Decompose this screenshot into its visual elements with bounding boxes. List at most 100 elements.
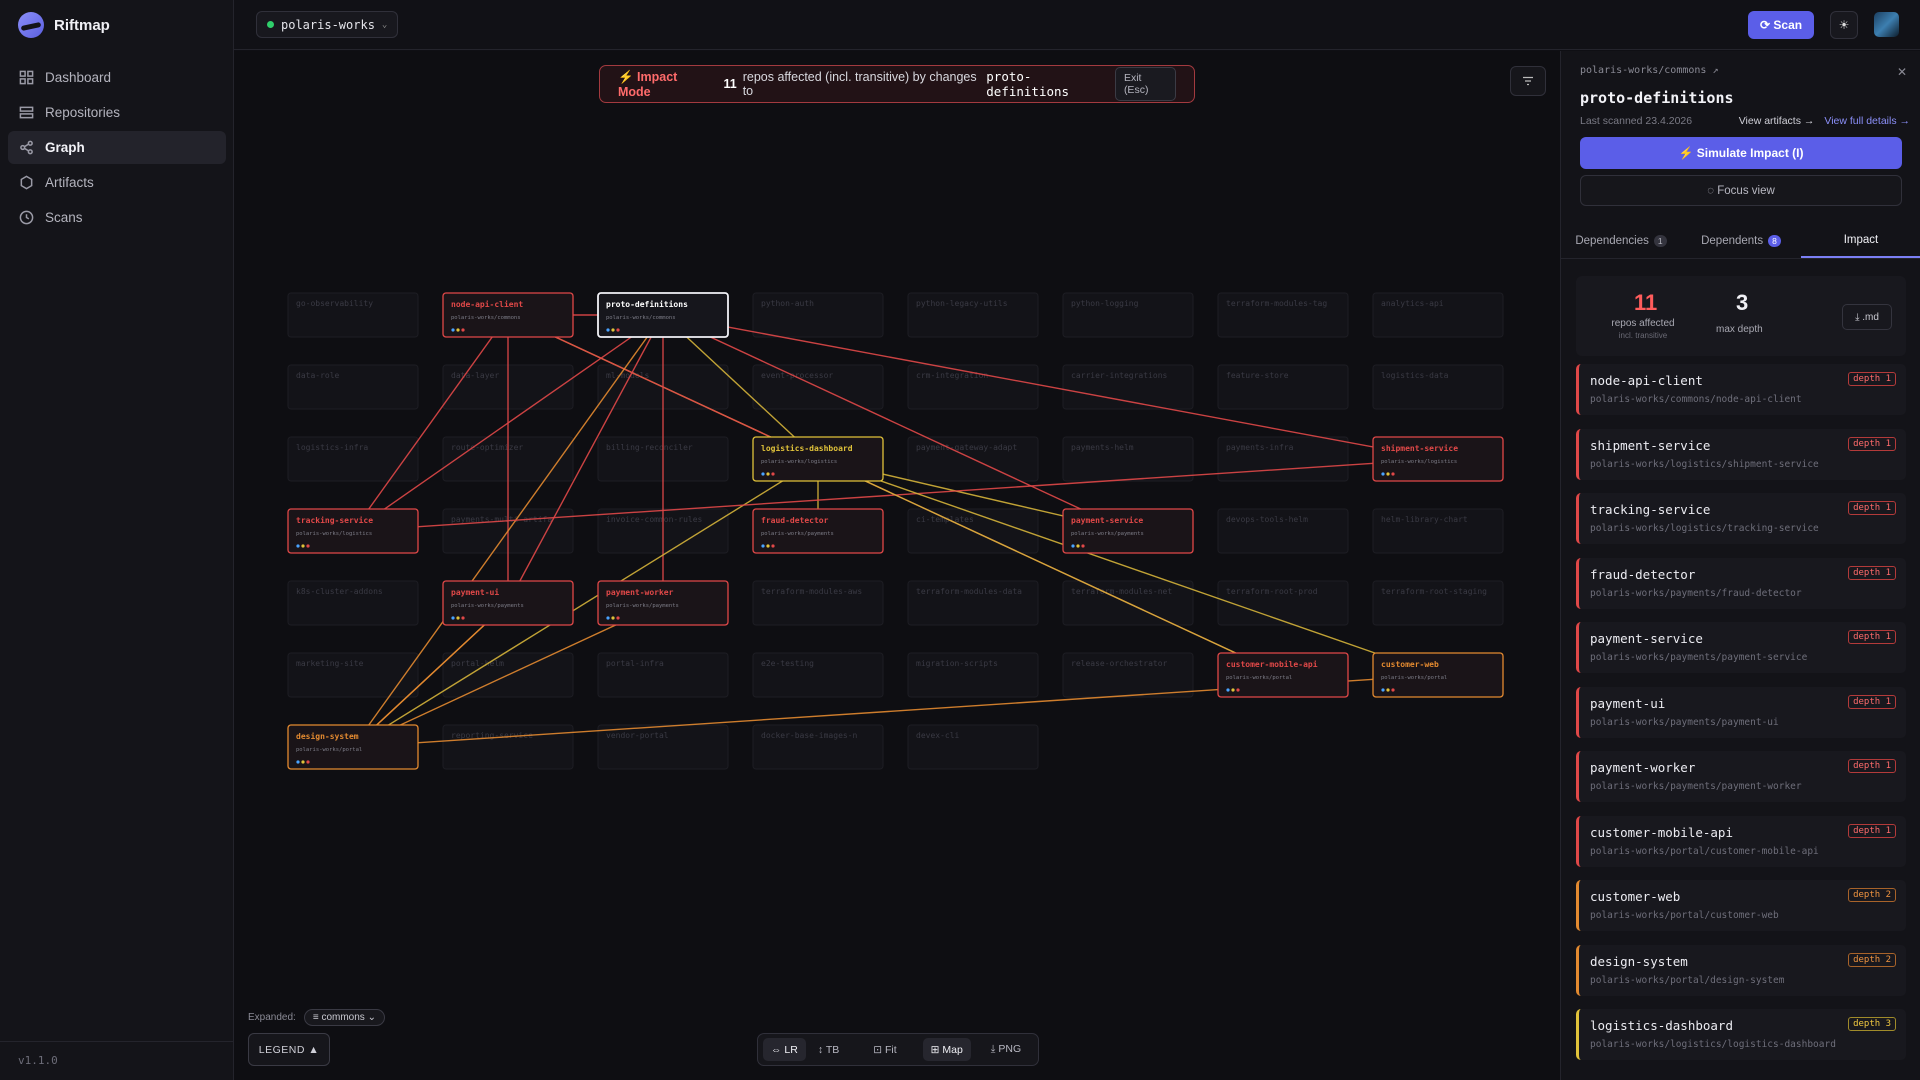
workspace-select[interactable]: polaris-works ⌄ xyxy=(256,11,399,38)
list-item[interactable]: node-api-client polaris-works/commons/nod… xyxy=(1576,364,1906,415)
layout-tb-button[interactable]: ↕ TB xyxy=(810,1038,847,1061)
list-item[interactable]: tracking-service polaris-works/logistics/… xyxy=(1576,493,1906,544)
ghost-node[interactable]: carrier-integrations xyxy=(1062,364,1194,410)
expanded-chip-commons[interactable]: ≡ commons ⌄ xyxy=(303,1009,385,1026)
ghost-node[interactable]: analytics-api xyxy=(1372,292,1504,338)
legend-button[interactable]: LEGEND ▲ xyxy=(248,1033,330,1066)
ghost-node[interactable]: helm-library-chart xyxy=(1372,508,1504,554)
sidebar-item-artifacts[interactable]: Artifacts xyxy=(8,166,226,199)
node-repo: polaris-works/portal xyxy=(1226,675,1292,681)
list-item[interactable]: customer-web polaris-works/portal/custome… xyxy=(1576,880,1906,931)
ghost-node[interactable]: python-logging xyxy=(1062,292,1194,338)
ghost-node[interactable]: devex-cli xyxy=(907,724,1039,770)
scan-button[interactable]: ⟳ Scan xyxy=(1748,11,1815,39)
sidebar-item-scans[interactable]: Scans xyxy=(8,201,226,234)
ghost-node[interactable]: terraform-modules-tag xyxy=(1217,292,1349,338)
minimap-button[interactable]: ⊞ Map xyxy=(922,1038,971,1061)
ghost-node[interactable]: reporting-service xyxy=(442,724,574,770)
status-dot xyxy=(611,328,615,332)
ghost-node[interactable]: crm-integration xyxy=(907,364,1039,410)
ghost-node[interactable]: python-auth xyxy=(752,292,884,338)
graph-node[interactable]: logistics-dashboard polaris-works/logisti… xyxy=(752,436,884,482)
view-artifacts-link[interactable]: View artifacts → xyxy=(1739,115,1815,127)
graph-node[interactable]: payment-ui polaris-works/payments xyxy=(442,580,574,626)
graph-node[interactable]: proto-definitions polaris-works/commons xyxy=(597,292,729,338)
ghost-node[interactable]: logistics-data xyxy=(1372,364,1504,410)
impact-text: repos affected (incl. transitive) by cha… xyxy=(742,70,977,98)
ghost-node[interactable]: vendor-portal xyxy=(597,724,729,770)
sidebar-item-graph[interactable]: Graph xyxy=(8,131,226,164)
tab-dependencies[interactable]: Dependencies 1 xyxy=(1561,223,1681,258)
graph-node[interactable]: node-api-client polaris-works/commons xyxy=(442,292,574,338)
sun-icon[interactable]: ☀ xyxy=(1830,11,1858,39)
ghost-node[interactable]: python-legacy-utils xyxy=(907,292,1039,338)
count-badge: 1 xyxy=(1653,234,1667,247)
list-item[interactable]: shipment-service polaris-works/logistics/… xyxy=(1576,428,1906,480)
tab-dependents[interactable]: Dependents 8 xyxy=(1681,223,1801,258)
focus-view-button[interactable]: ◌ Focus view xyxy=(1580,175,1902,206)
status-dot xyxy=(1231,688,1235,692)
graph-node[interactable]: tracking-service polaris-works/logistics xyxy=(287,508,419,554)
graph-node[interactable]: customer-web polaris-works/portal xyxy=(1372,652,1504,698)
exit-impact-button[interactable]: Exit (Esc) xyxy=(1114,67,1176,101)
ghost-node[interactable]: terraform-modules-aws xyxy=(752,580,884,626)
simulate-impact-button[interactable]: ⚡ Simulate Impact (I) xyxy=(1580,137,1902,169)
ghost-node[interactable]: migration-scripts xyxy=(907,652,1039,698)
list-item[interactable]: payment-worker polaris-works/payments/pay… xyxy=(1576,751,1906,802)
ghost-node[interactable]: payments-infra xyxy=(1217,436,1349,482)
list-item[interactable]: fraud-detector polaris-works/payments/fra… xyxy=(1576,557,1906,609)
ghost-node[interactable]: data-role xyxy=(287,364,419,410)
ghost-node[interactable]: go-observability xyxy=(287,292,419,338)
impact-stats: 11 repos affected incl. transitive 3 max… xyxy=(1576,276,1906,356)
sidebar-nav: Dashboard Repositories Graph Artifacts S… xyxy=(8,61,226,236)
graph-node[interactable]: shipment-service polaris-works/logistics xyxy=(1372,436,1504,482)
dependency-graph[interactable]: go-observability python-auth python-legacy… xyxy=(234,51,1560,1080)
list-item[interactable]: logistics-dashboard polaris-works/logisti… xyxy=(1576,1009,1906,1060)
brand[interactable]: Riftmap xyxy=(18,12,110,38)
graph-node[interactable]: customer-mobile-api polaris-works/portal xyxy=(1217,652,1349,698)
ghost-node[interactable]: e2e-testing xyxy=(752,652,884,698)
ghost-node[interactable]: payments-helm xyxy=(1062,436,1194,482)
ghost-node[interactable]: terraform-root-prod xyxy=(1217,580,1349,626)
sidebar-item-repositories[interactable]: Repositories xyxy=(8,96,226,129)
node-name: fraud-detector xyxy=(761,516,829,525)
graph-node[interactable]: payment-worker polaris-works/payments xyxy=(597,580,729,626)
ghost-node[interactable]: release-orchestrator xyxy=(1062,652,1194,698)
graph-node[interactable]: payment-service polaris-works/payments xyxy=(1062,508,1194,554)
list-item[interactable]: payment-service polaris-works/payments/pa… xyxy=(1576,622,1906,673)
graph-canvas[interactable]: go-observability python-auth python-legacy… xyxy=(234,51,1560,1080)
graph-node[interactable]: design-system polaris-works/portal xyxy=(287,724,419,770)
list-item[interactable]: customer-mobile-api polaris-works/portal/… xyxy=(1576,815,1906,867)
tab-impact[interactable]: Impact xyxy=(1801,223,1920,258)
status-dot xyxy=(301,544,305,548)
view-full-details-link[interactable]: View full details → xyxy=(1824,115,1910,127)
ghost-node-label: docker-base-images-n xyxy=(761,731,858,740)
layout-lr-button[interactable]: ⇔ LR xyxy=(763,1038,806,1061)
list-item[interactable]: design-system polaris-works/portal/design… xyxy=(1576,944,1906,996)
status-dot xyxy=(1076,544,1080,548)
repo-name: tracking-service xyxy=(1590,502,1711,517)
export-md-button[interactable]: ⤓ .md xyxy=(1842,304,1892,330)
ghost-node[interactable]: terraform-root-staging xyxy=(1372,580,1504,626)
fit-button[interactable]: ⊡ Fit xyxy=(865,1038,904,1061)
sidebar-item-label: Graph xyxy=(45,140,85,155)
sidebar-item-dashboard[interactable]: Dashboard xyxy=(8,61,226,94)
ghost-node[interactable]: devops-tools-helm xyxy=(1217,508,1349,554)
ghost-node[interactable]: marketing-site xyxy=(287,652,419,698)
export-png-button[interactable]: ⤓ PNG xyxy=(983,1038,1029,1061)
ghost-node[interactable]: docker-base-images-n xyxy=(752,724,884,770)
impact-target: proto-definitions xyxy=(986,69,1070,99)
filter-button[interactable] xyxy=(1510,66,1546,96)
node-repo: polaris-works/logistics xyxy=(761,459,837,465)
ghost-node[interactable]: portal-infra xyxy=(597,652,729,698)
ghost-node[interactable]: k8s-cluster-addons xyxy=(287,580,419,626)
breadcrumb-text: polaris-works/commons xyxy=(1580,65,1707,76)
graph-node[interactable]: fraud-detector polaris-works/payments xyxy=(752,508,884,554)
repo-breadcrumb[interactable]: polaris-works/commons ↗ xyxy=(1580,65,1718,76)
ghost-node[interactable]: logistics-infra xyxy=(287,436,419,482)
close-icon[interactable]: ✕ xyxy=(1897,65,1907,79)
avatar[interactable] xyxy=(1874,12,1899,37)
list-item[interactable]: payment-ui polaris-works/payments/payment… xyxy=(1576,686,1906,738)
ghost-node[interactable]: feature-store xyxy=(1217,364,1349,410)
ghost-node[interactable]: terraform-modules-data xyxy=(907,580,1039,626)
